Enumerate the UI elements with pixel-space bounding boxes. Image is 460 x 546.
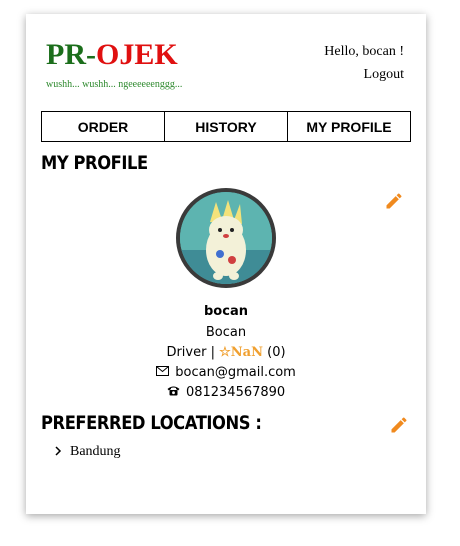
profile-email-line: bocan@gmail.com <box>26 365 426 380</box>
profile-rating: ☆NaN <box>219 345 263 360</box>
logo: PR-OJEK <box>46 38 178 72</box>
main-nav: ORDER HISTORY MY PROFILE <box>41 111 411 142</box>
profile-name: Bocan <box>205 325 247 340</box>
logo-ojek: OJEK <box>96 38 178 71</box>
location-item: Bandung <box>70 444 121 459</box>
locations-section-title: PREFERRED LOCATIONS : <box>41 412 262 434</box>
profile-username: bocan <box>204 304 248 319</box>
profile-role-line: Driver | ☆NaN (0) <box>26 345 426 360</box>
user-greeting-area: Hello, bocan ! Logout <box>324 40 404 86</box>
profile-rating-count: (0) <box>267 345 286 360</box>
profile-email: bocan@gmail.com <box>175 365 296 380</box>
avatar-image <box>180 192 272 284</box>
chevron-right-icon <box>55 446 62 456</box>
edit-locations-pencil-icon[interactable] <box>389 415 409 435</box>
logout-link[interactable]: Logout <box>324 63 404 86</box>
avatar <box>176 188 276 288</box>
nav-history[interactable]: HISTORY <box>165 112 288 141</box>
logo-dash: - <box>86 38 96 71</box>
app-card: PR-OJEK wushh... wushh... ngeeeeeenggg..… <box>26 14 426 514</box>
greeting-text: Hello, bocan ! <box>324 44 404 59</box>
profile-role: Driver <box>166 345 207 360</box>
edit-profile-pencil-icon[interactable] <box>384 191 404 211</box>
nav-order[interactable]: ORDER <box>42 112 165 141</box>
profile-phone: 081234567890 <box>185 385 286 400</box>
logo-pr: PR <box>46 38 86 71</box>
role-separator: | <box>210 345 215 360</box>
nav-my-profile[interactable]: MY PROFILE <box>288 112 410 141</box>
envelope-icon <box>156 366 170 376</box>
phone-icon <box>167 386 180 396</box>
profile-phone-line: 081234567890 <box>26 385 426 400</box>
profile-section-title: MY PROFILE <box>41 152 148 174</box>
tagline: wushh... wushh... ngeeeeeenggg... <box>46 79 183 90</box>
